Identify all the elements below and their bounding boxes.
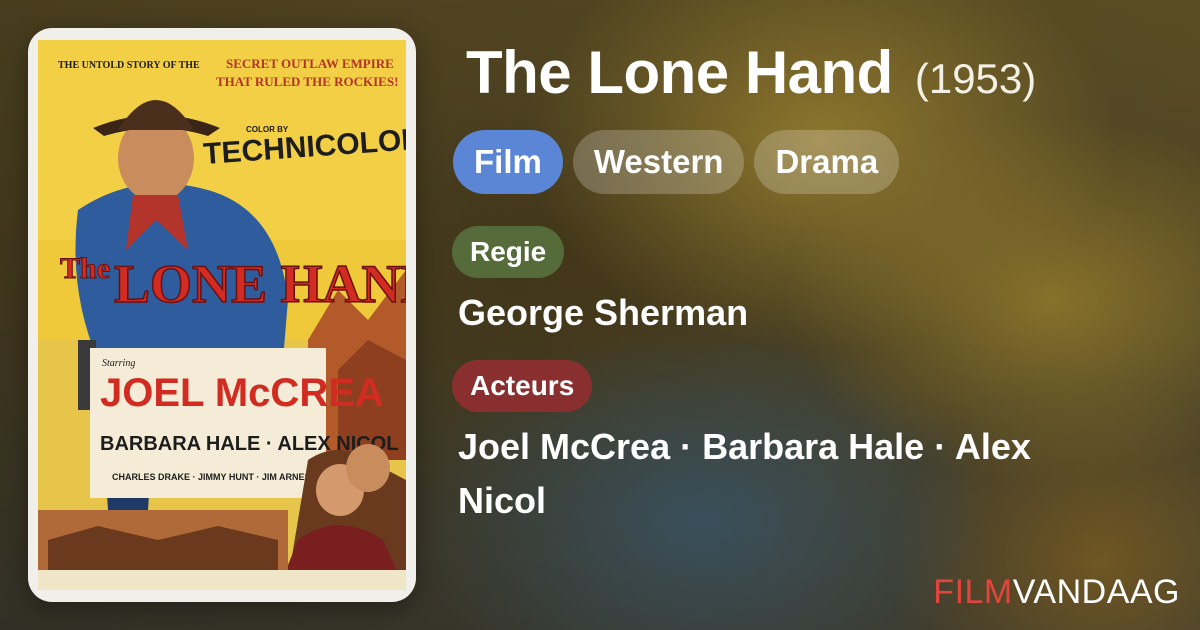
cast-list[interactable]: Joel McCrea · Barbara Hale · Alex Nicol [458,420,1098,528]
brand-part-vandaag: VANDAAG [1012,573,1180,611]
chip-western[interactable]: Western [572,130,745,194]
filmvandaag-logo[interactable]: FILMVANDAAG [933,573,1180,612]
genre-chips: Film Western Drama [453,130,900,194]
svg-text:Starring: Starring [102,358,135,369]
poster-tagline-1: THE UNTOLD STORY OF THE [58,60,200,71]
title-row: The Lone Hand (1953) [466,38,1036,107]
poster-tagline-2: SECRET OUTLAW EMPIRE [226,56,394,71]
movie-title: The Lone Hand [466,39,893,106]
acteurs-label: Acteurs [452,360,593,412]
chip-film[interactable]: Film [453,130,563,194]
director-name[interactable]: George Sherman [458,286,748,340]
chip-drama[interactable]: Drama [754,130,900,194]
movie-year: (1953) [914,55,1037,102]
poster-tagline-3: THAT RULED THE ROCKIES! [216,74,398,89]
regie-label: Regie [452,226,565,278]
svg-text:JOEL McCREA: JOEL McCREA [100,371,384,415]
svg-text:LONE HAND: LONE HAND [114,254,406,314]
movie-poster[interactable]: THE UNTOLD STORY OF THE SECRET OUTLAW EM… [28,28,416,602]
brand-part-film: FILM [933,573,1013,611]
svg-text:CHARLES DRAKE · JIMMY HUNT · J: CHARLES DRAKE · JIMMY HUNT · JIM ARNESS [112,472,317,482]
svg-text:The: The [60,252,110,285]
poster-artwork: THE UNTOLD STORY OF THE SECRET OUTLAW EM… [38,40,406,590]
